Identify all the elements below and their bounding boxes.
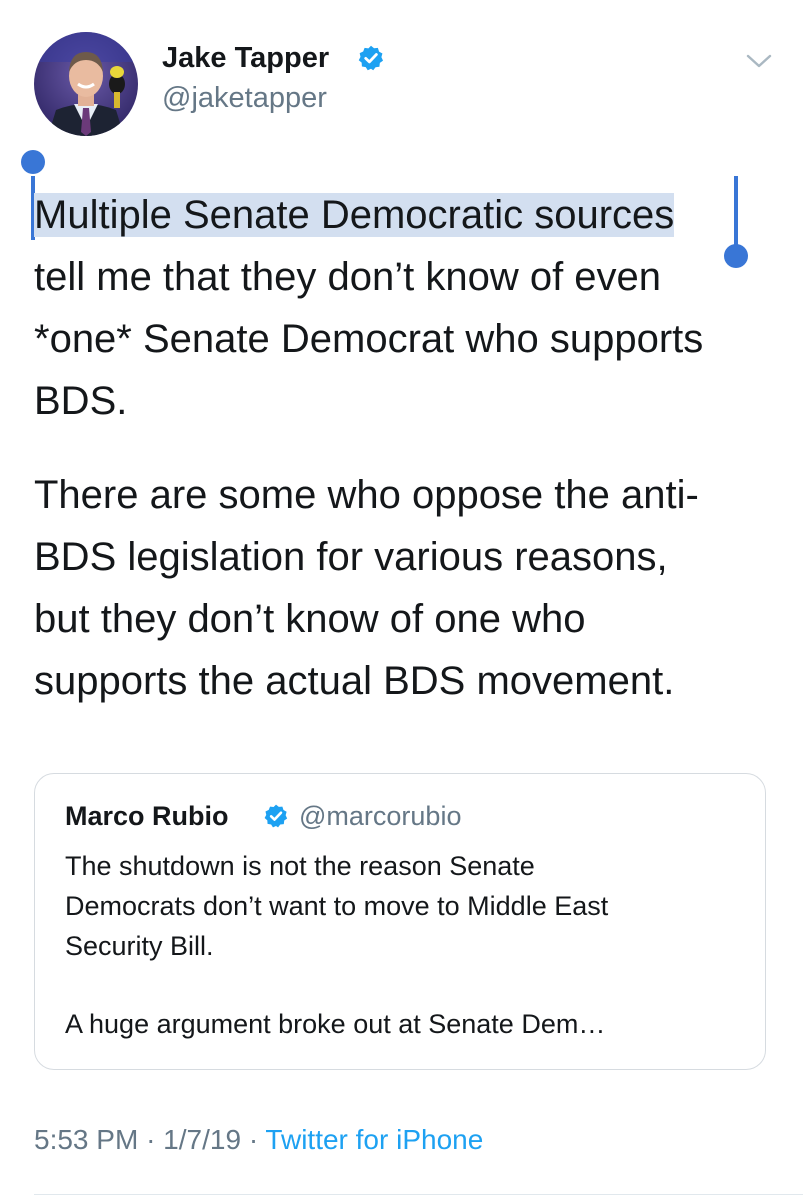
meta-separator: · <box>146 1124 156 1155</box>
chevron-down-icon[interactable] <box>746 52 772 70</box>
meta-separator: · <box>248 1124 259 1155</box>
tweet-source-link[interactable]: Twitter for iPhone <box>265 1124 483 1155</box>
tweet-line: but they don’t know of one who <box>34 597 586 641</box>
tweet-line: supports the actual BDS movement. <box>34 659 675 703</box>
quote-line: A huge argument broke out at Senate Dem… <box>65 1009 606 1039</box>
tweet-line: tell me that they don’t know of even <box>34 255 662 299</box>
tweet-line: *one* Senate Democrat who supports <box>34 317 704 361</box>
selection-start-handle[interactable] <box>21 150 45 174</box>
tweet-line: BDS legislation for various reasons, <box>34 535 668 579</box>
tweet-date: 1/7/19 <box>163 1124 242 1155</box>
tweet-line: BDS. <box>34 379 128 423</box>
quoted-tweet-card[interactable]: Marco Rubio @marcorubio The shutdown is … <box>34 773 766 1070</box>
verified-badge-icon <box>358 45 384 71</box>
tweet-meta: 5:53 PM · 1/7/19 · Twitter for iPhone <box>34 1122 483 1158</box>
author-name[interactable]: Jake Tapper <box>162 40 329 76</box>
selected-text[interactable]: Multiple Senate Democratic sources <box>34 193 675 237</box>
avatar[interactable] <box>34 32 138 136</box>
author-handle[interactable]: @jaketapper <box>162 80 327 116</box>
tweet-time: 5:53 PM <box>34 1124 139 1155</box>
quote-line: Security Bill. <box>65 931 214 961</box>
profile-photo <box>34 32 138 136</box>
quote-line: The shutdown is not the reason Senate <box>65 851 535 881</box>
quote-text: The shutdown is not the reason Senate De… <box>65 846 745 1044</box>
tweet-line: Multiple Senate Democratic sources <box>34 184 774 246</box>
quote-line: Democrats don’t want to move to Middle E… <box>65 891 609 921</box>
quote-author-name: Marco Rubio <box>65 801 229 831</box>
quote-author-handle: @marcorubio <box>299 801 462 831</box>
verified-badge-icon <box>264 804 288 828</box>
divider <box>34 1194 803 1195</box>
tweet-text: Multiple Senate Democratic sources tell … <box>34 184 774 712</box>
tweet-line: There are some who oppose the anti- <box>34 473 699 517</box>
